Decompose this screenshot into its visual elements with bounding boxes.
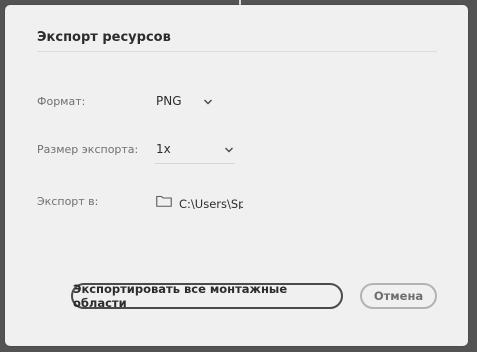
cancel-button[interactable]: Отмена bbox=[360, 283, 437, 309]
export-size-value: 1x bbox=[156, 142, 171, 156]
export-assets-dialog: Экспорт ресурсов Формат: PNG Размер эксп… bbox=[5, 5, 468, 346]
chevron-down-icon bbox=[204, 99, 212, 105]
format-label: Формат: bbox=[37, 95, 86, 108]
chevron-down-icon bbox=[225, 147, 233, 153]
dialog-title: Экспорт ресурсов bbox=[37, 30, 171, 45]
title-divider bbox=[37, 51, 437, 52]
export-size-label: Размер экспорта: bbox=[37, 143, 139, 156]
export-size-underline bbox=[155, 163, 235, 164]
export-all-artboards-button[interactable]: Экспортировать все монтажные области bbox=[71, 282, 343, 310]
folder-icon bbox=[156, 195, 172, 207]
export-path: C:\Users\Spa bbox=[179, 197, 243, 209]
format-dropdown[interactable]: PNG bbox=[155, 91, 225, 111]
export-path-container: C:\Users\Spa bbox=[179, 193, 243, 209]
format-value: PNG bbox=[156, 94, 182, 108]
export-to-label: Экспорт в: bbox=[37, 195, 99, 208]
export-size-dropdown[interactable]: 1x bbox=[155, 139, 237, 161]
